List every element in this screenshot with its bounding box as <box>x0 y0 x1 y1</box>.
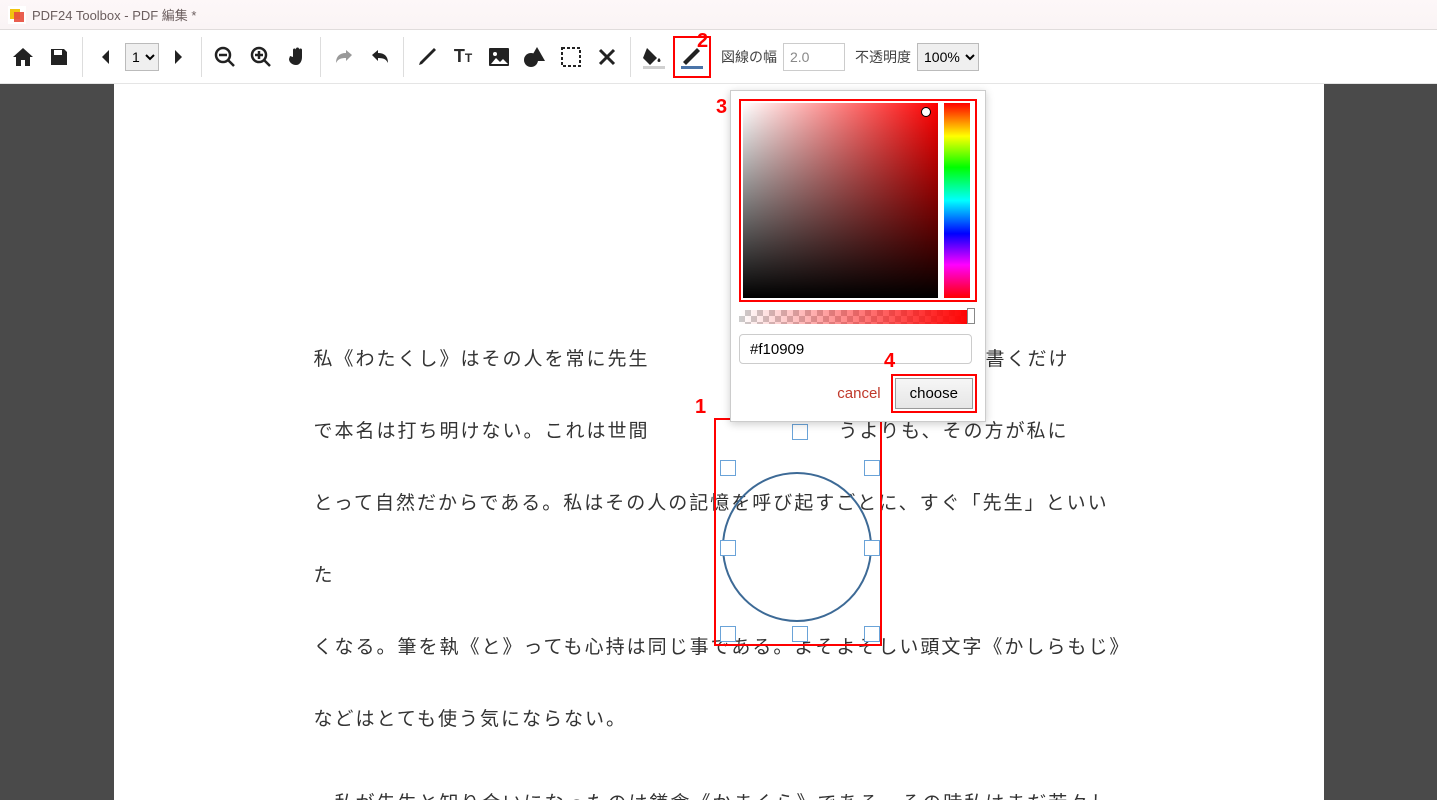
text-line: とって自然だからである。私はその人の記憶を呼び起すごとに、すぐ「先生」といいた <box>314 468 1124 612</box>
opacity-label: 不透明度 <box>855 47 911 67</box>
window-title: PDF24 Toolbox - PDF 編集 * <box>32 5 196 24</box>
toolbar-separator <box>630 37 631 77</box>
toolbar-separator <box>82 37 83 77</box>
stroke-color-button[interactable] <box>677 40 707 74</box>
save-button[interactable] <box>42 37 76 77</box>
toolbar-separator <box>201 37 202 77</box>
stroke-width-input[interactable] <box>783 43 845 71</box>
toolbar: 1 TT 図線の幅 不透明度 100% <box>0 30 1437 84</box>
shape-tool-button[interactable] <box>518 37 552 77</box>
titlebar: PDF24 Toolbox - PDF 編集 * <box>0 0 1437 30</box>
cancel-button[interactable]: cancel <box>837 385 880 402</box>
undo-button[interactable] <box>363 37 397 77</box>
page-select[interactable]: 1 <box>125 43 159 71</box>
text-line: 私が先生と知り合いになったのは鎌倉《かまくら》である。その時私はまだ若々しい <box>314 768 1124 800</box>
alpha-slider[interactable] <box>739 310 972 324</box>
zoom-in-button[interactable] <box>244 37 278 77</box>
highlight-tool-button[interactable] <box>554 37 588 77</box>
text-tool-button[interactable]: TT <box>446 37 480 77</box>
color-picker-gradient-highlight <box>739 99 977 302</box>
app-icon <box>8 6 26 24</box>
choose-button[interactable]: choose <box>895 378 973 409</box>
stroke-color-button-highlight <box>673 36 711 78</box>
pdf-page[interactable]: 私《わたくし》はその人を常に先生 でもただ先生と書くだけ で本名は打ち明けない。… <box>114 84 1324 800</box>
hue-slider[interactable] <box>944 103 970 298</box>
opacity-select[interactable]: 100% <box>917 43 979 71</box>
hand-tool-button[interactable] <box>280 37 314 77</box>
choose-button-highlight: choose <box>891 374 977 413</box>
document-body: 私《わたくし》はその人を常に先生 でもただ先生と書くだけ で本名は打ち明けない。… <box>314 84 1124 800</box>
stroke-width-label: 図線の幅 <box>721 47 777 67</box>
text-line: で本名は打ち明けない。これは世間 うよりも、その方が私に <box>314 396 1124 468</box>
alpha-slider-handle[interactable] <box>967 308 975 324</box>
redo-button[interactable] <box>327 37 361 77</box>
home-button[interactable] <box>6 37 40 77</box>
toolbar-separator <box>403 37 404 77</box>
text-line: 私《わたくし》はその人を常に先生 でもただ先生と書くだけ <box>314 324 1124 396</box>
image-tool-button[interactable] <box>482 37 516 77</box>
next-page-button[interactable] <box>161 37 195 77</box>
delete-button[interactable] <box>590 37 624 77</box>
text-line: などはとても使う気にならない。 <box>314 684 1124 756</box>
workarea: 私《わたくし》はその人を常に先生 でもただ先生と書くだけ で本名は打ち明けない。… <box>0 84 1437 800</box>
text-line: くなる。筆を執《と》っても心持は同じ事である。よそよそしい頭文字《かしらもじ》 <box>314 612 1124 684</box>
toolbar-separator <box>320 37 321 77</box>
hex-input[interactable] <box>739 334 972 364</box>
color-picker-popup: cancel choose <box>730 90 986 422</box>
prev-page-button[interactable] <box>89 37 123 77</box>
sv-gradient[interactable] <box>743 103 938 298</box>
fill-color-button[interactable] <box>637 37 671 77</box>
pencil-tool-button[interactable] <box>410 37 444 77</box>
sv-cursor[interactable] <box>921 107 931 117</box>
zoom-out-button[interactable] <box>208 37 242 77</box>
